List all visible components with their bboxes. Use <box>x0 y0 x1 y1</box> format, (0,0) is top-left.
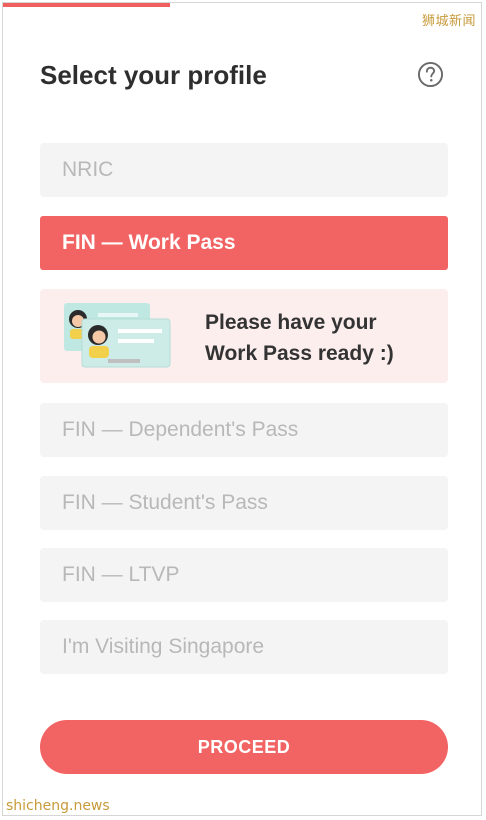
option-fin-ltvp[interactable]: FIN — LTVP <box>40 548 448 602</box>
option-fin-students-pass[interactable]: FIN — Student's Pass <box>40 476 448 530</box>
progress-fill <box>3 3 171 7</box>
watermark-top: 狮城新闻 <box>421 14 476 29</box>
info-card: Please have your Work Pass ready :) <box>40 289 448 383</box>
proceed-button[interactable]: PROCEED <box>40 720 448 774</box>
info-text: Please have your Work Pass ready :) <box>205 307 435 369</box>
info-line-1: Please have your <box>205 311 377 334</box>
option-fin-dependents-pass[interactable]: FIN — Dependent's Pass <box>40 403 448 457</box>
option-visiting-singapore[interactable]: I'm Visiting Singapore <box>40 620 448 674</box>
info-line-2: Work Pass ready :) <box>205 342 394 365</box>
id-cards-illustration <box>64 303 171 368</box>
watermark-bottom: shicheng.news <box>6 798 110 814</box>
progress-bar <box>3 3 481 7</box>
option-fin-work-pass[interactable]: FIN — Work Pass <box>40 216 448 270</box>
page-title: Select your profile <box>40 60 267 90</box>
help-icon[interactable] <box>417 61 444 88</box>
option-nric[interactable]: NRIC <box>40 143 448 197</box>
